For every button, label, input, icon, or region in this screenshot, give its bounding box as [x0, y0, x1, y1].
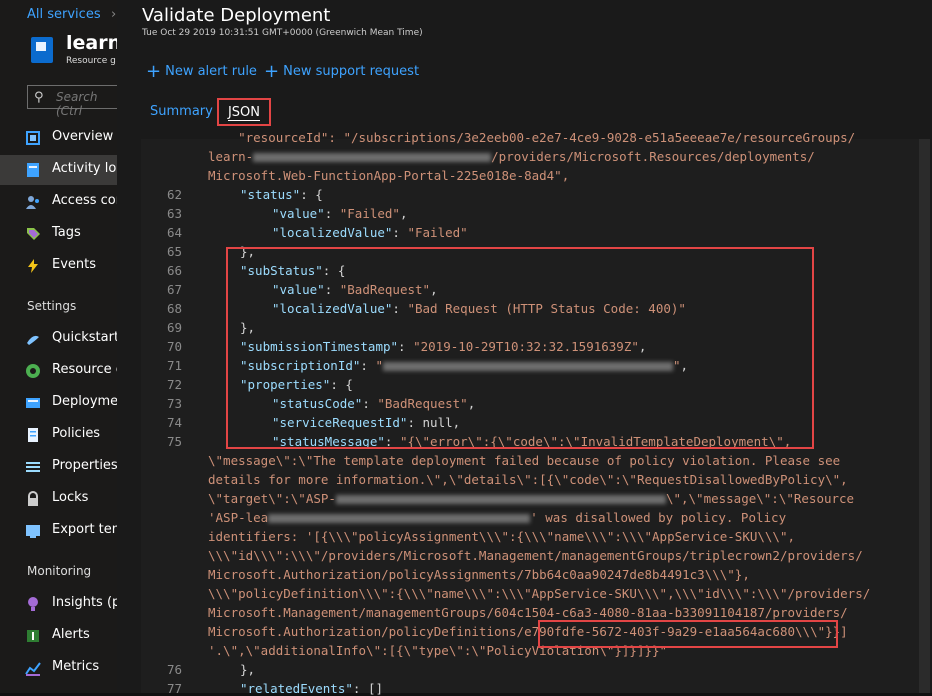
nav-item-properties[interactable]: Properties: [0, 452, 118, 482]
code-line: details for more information.\",\"detail…: [208, 472, 848, 487]
line-number: 72: [166, 377, 182, 392]
access-control-icon: [26, 196, 39, 209]
nav-item-locks[interactable]: Locks: [0, 484, 117, 514]
breadcrumb-separator: ›: [111, 7, 117, 22]
new-support-request-button[interactable]: + New support request: [264, 61, 419, 82]
tab-selected-underline: [228, 120, 260, 121]
plus-icon: +: [264, 61, 280, 82]
code-line: "status": {: [240, 187, 323, 202]
code-line: learn-/providers/Microsoft.Resources/dep…: [208, 149, 815, 164]
nav-item-tags[interactable]: Tags: [0, 219, 117, 249]
resource-group-subtitle: Resource g: [66, 56, 116, 66]
search-icon: ⚲: [34, 90, 44, 105]
nav-item-resource-costs[interactable]: Resource c: [0, 356, 123, 386]
tab-json[interactable]: JSON: [217, 98, 271, 126]
plus-icon: +: [146, 61, 162, 82]
nav-item-access-control[interactable]: Access cont: [0, 187, 129, 217]
nav-item-insights[interactable]: Insights (pr: [0, 589, 126, 619]
code-line: \"message\":\"The template deployment fa…: [208, 453, 841, 468]
export-template-icon: [26, 525, 40, 538]
nav-item-quickstart[interactable]: Quickstart: [0, 324, 119, 354]
code-line: identifiers: '[{\\\"policyAssignment\\\"…: [208, 529, 795, 544]
code-line: 'ASP-lea ' was disallowed by policy. Poli…: [208, 510, 787, 525]
quickstart-icon: [27, 335, 39, 345]
line-number: 73: [166, 396, 182, 411]
alerts-icon: [27, 630, 39, 642]
line-number: 74: [166, 415, 182, 430]
nav-item-export-template[interactable]: Export tem: [0, 516, 124, 546]
line-number: 70: [166, 339, 182, 354]
code-line: "relatedEvents": []: [240, 681, 383, 696]
code-line: "resourceId": "/subscriptions/3e2eeb00-e…: [208, 130, 856, 145]
line-number: 65: [166, 244, 182, 259]
nav-item-metrics[interactable]: Metrics: [0, 653, 117, 683]
json-viewer-scrollbar[interactable]: [919, 139, 930, 693]
deployments-icon: [26, 398, 40, 408]
line-number: 62: [166, 187, 182, 202]
activity-log-icon: [27, 163, 39, 177]
panel-title: Validate Deployment: [142, 5, 331, 26]
lock-icon: [28, 491, 38, 506]
line-number: 63: [166, 206, 182, 221]
code-line: Microsoft.Web-FunctionApp-Portal-225e018…: [208, 168, 570, 183]
code-line: Microsoft.Authorization/policyAssignment…: [208, 567, 750, 582]
events-bolt-icon: [28, 259, 38, 273]
line-number: 75: [166, 434, 182, 449]
code-line: },: [240, 662, 256, 677]
line-number: 69: [166, 320, 182, 335]
line-number: 71: [166, 358, 182, 373]
resource-menu-search[interactable]: ⚲ Search (Ctrl: [27, 85, 122, 118]
tab-summary[interactable]: Summary: [150, 104, 213, 119]
line-number: 77: [166, 681, 182, 696]
tag-icon: [27, 228, 40, 240]
properties-icon: [26, 462, 40, 472]
metrics-icon: [25, 662, 41, 676]
new-alert-rule-button[interactable]: + New alert rule: [146, 61, 257, 82]
code-line: "value": "Failed",: [272, 206, 408, 221]
nav-item-alerts[interactable]: Alerts: [0, 621, 117, 651]
nav-item-deployments[interactable]: Deploymen: [0, 388, 126, 418]
insights-icon: [28, 597, 38, 611]
redacted-text: [335, 495, 666, 504]
line-number: 67: [166, 282, 182, 297]
line-number: 66: [166, 263, 182, 278]
code-line: Microsoft.Management/managementGroups/60…: [208, 605, 848, 620]
monitoring-section-label: Monitoring: [27, 564, 92, 578]
policies-icon: [28, 428, 38, 442]
nav-item-policies[interactable]: Policies: [0, 420, 117, 450]
line-number: 64: [166, 225, 182, 240]
settings-section-label: Settings: [27, 299, 77, 313]
resource-group-blade: All services › learn- Resource g ⚲ Searc…: [0, 0, 129, 693]
nav-item-overview[interactable]: Overview: [0, 123, 117, 153]
line-number: 76: [166, 662, 182, 677]
code-line: \\\"id\\\":\\\"/providers/Microsoft.Mana…: [208, 548, 863, 563]
nav-item-events[interactable]: Events: [0, 251, 117, 281]
overview-icon: [26, 131, 40, 145]
panel-timestamp: Tue Oct 29 2019 10:31:51 GMT+0000 (Green…: [142, 28, 423, 38]
nav-item-activity-log[interactable]: Activity log: [0, 155, 125, 185]
search-placeholder: Search (Ctrl: [56, 90, 98, 118]
breadcrumb-all-services[interactable]: All services: [27, 7, 101, 22]
code-line: \"target\":\"ASP- \",\"message\":\"Resour…: [208, 491, 855, 506]
policy-id-highlight-box: [538, 620, 838, 648]
resource-group-icon: [31, 37, 53, 63]
code-line: \\\"policyDefinition\\\":{\\\"name\\\":\…: [208, 586, 871, 601]
code-line: "localizedValue": "Failed": [272, 225, 468, 240]
redacted-text: [253, 153, 492, 162]
resource-costs-icon: [26, 364, 40, 378]
redacted-text: [268, 514, 531, 523]
substatus-highlight-box: [226, 247, 814, 449]
line-number: 68: [166, 301, 182, 316]
